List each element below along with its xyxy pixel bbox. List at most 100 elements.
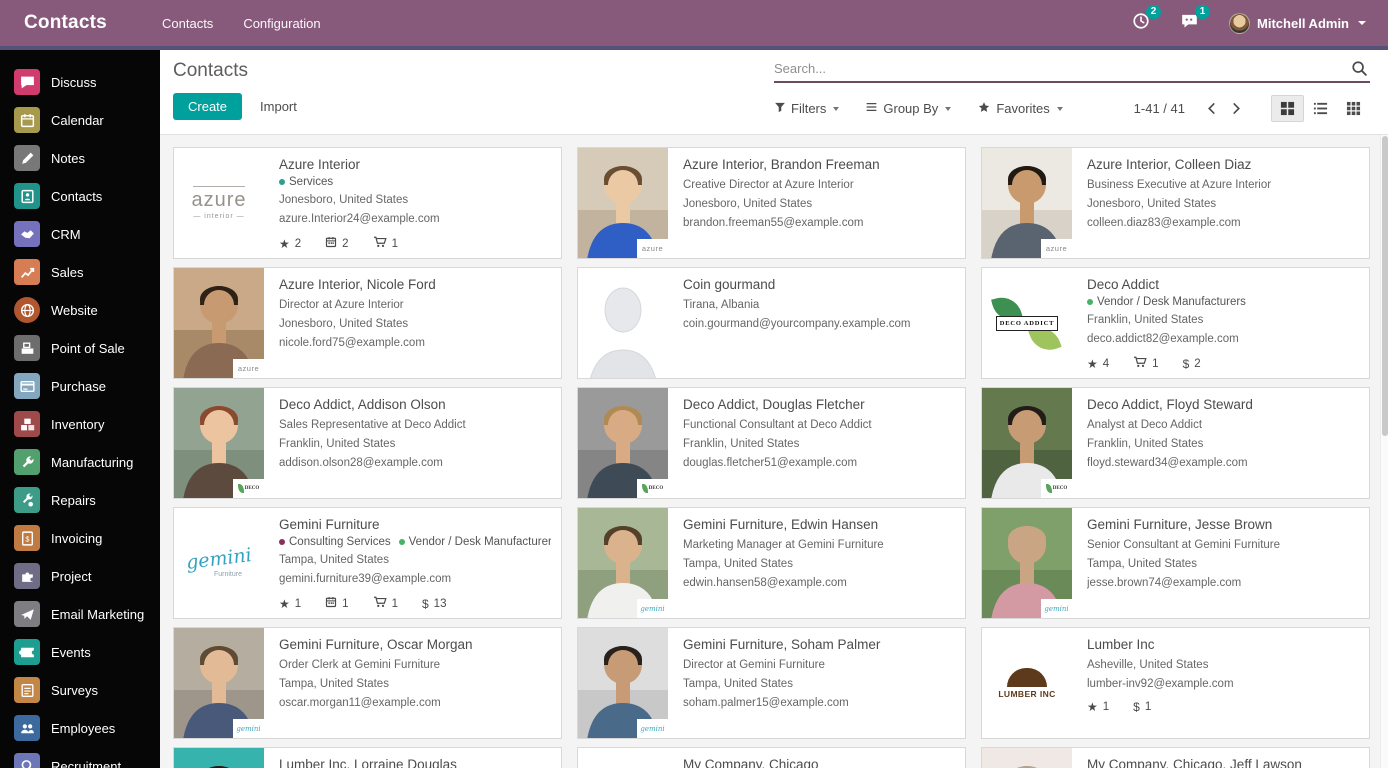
- contact-image: DECO ADDICT: [982, 268, 1072, 378]
- contact-location: Jonesboro, United States: [683, 195, 955, 214]
- sidebar-app-item[interactable]: Website: [0, 291, 160, 329]
- dollar-icon: $: [1183, 358, 1190, 370]
- bars-icon: [865, 101, 878, 116]
- contact-card[interactable]: azure Azure Interior, Brandon Freeman Cr…: [577, 147, 966, 259]
- filters-dropdown[interactable]: Filters: [774, 101, 839, 116]
- chevron-down-icon: [1057, 107, 1063, 111]
- star-icon: ★: [1087, 358, 1098, 370]
- deco-mini-logo: DECO: [1041, 479, 1072, 498]
- website-icon: [14, 297, 40, 323]
- pager-next-button[interactable]: [1224, 100, 1249, 117]
- contact-card[interactable]: DECO Deco Addict, Addison Olson Sales Re…: [173, 387, 562, 499]
- orders-badge[interactable]: 1: [1133, 356, 1158, 371]
- orders-badge[interactable]: 1: [373, 596, 398, 611]
- sidebar-app-item[interactable]: Calendar: [0, 101, 160, 139]
- sidebar-app-item[interactable]: Discuss: [0, 63, 160, 101]
- contact-card[interactable]: DECO Deco Addict, Douglas Fletcher Funct…: [577, 387, 966, 499]
- invoicing-icon: $: [14, 525, 40, 551]
- sidebar-app-item[interactable]: Point of Sale: [0, 329, 160, 367]
- list-view-button[interactable]: [1304, 95, 1337, 122]
- sidebar-app-label: Manufacturing: [51, 455, 133, 470]
- contact-card[interactable]: azure Azure Interior, Colleen Diaz Busin…: [981, 147, 1370, 259]
- contact-card[interactable]: LUMBER INC Lumber Inc Asheville, United …: [981, 627, 1370, 739]
- meetings-badge[interactable]: 2: [325, 236, 348, 251]
- contact-card[interactable]: Coin gourmand Tirana, Albaniacoin.gourma…: [577, 267, 966, 379]
- contact-location: Tampa, United States: [683, 675, 955, 694]
- app-brand[interactable]: Contacts: [0, 12, 160, 34]
- sidebar-app-item[interactable]: Notes: [0, 139, 160, 177]
- favorites-dropdown[interactable]: Favorites: [977, 101, 1062, 117]
- contact-name: Deco Addict, Floyd Steward: [1087, 397, 1359, 412]
- sidebar-app-item[interactable]: CRM: [0, 215, 160, 253]
- contact-card[interactable]: My Company, Chicago, Jeff Lawson: [981, 747, 1370, 768]
- contact-card[interactable]: gemini Gemini Furniture, Oscar Morgan Or…: [173, 627, 562, 739]
- contact-name: My Company, Chicago: [683, 757, 955, 768]
- contact-image: gemini: [578, 628, 668, 738]
- messages-button[interactable]: 1: [1180, 12, 1199, 35]
- group-by-dropdown[interactable]: Group By: [865, 101, 951, 116]
- scrollbar-thumb[interactable]: [1382, 136, 1388, 436]
- sidebar-app-label: Purchase: [51, 379, 106, 394]
- opportunities-badge[interactable]: ★1: [1087, 701, 1109, 713]
- tag-color-dot: [1087, 299, 1093, 305]
- sidebar-app-item[interactable]: Employees: [0, 709, 160, 747]
- avatar-placeholder: [578, 268, 668, 378]
- search-input[interactable]: [774, 61, 1349, 76]
- contact-card[interactable]: gemini Gemini Furniture, Edwin Hansen Ma…: [577, 507, 966, 619]
- opportunities-badge[interactable]: ★2: [279, 238, 301, 250]
- contact-card[interactable]: geminiFurniture Gemini Furniture Consult…: [173, 507, 562, 619]
- contact-name: Gemini Furniture, Oscar Morgan: [279, 637, 551, 652]
- import-button[interactable]: Import: [260, 99, 297, 114]
- orders-badge[interactable]: 1: [373, 236, 398, 251]
- contact-card[interactable]: gemini Gemini Furniture, Jesse Brown Sen…: [981, 507, 1370, 619]
- top-menu-item[interactable]: Contacts: [162, 16, 213, 31]
- sidebar-app-item[interactable]: Inventory: [0, 405, 160, 443]
- project-icon: [14, 563, 40, 589]
- contact-location: Franklin, United States: [1087, 311, 1359, 330]
- sidebar-app-item[interactable]: Recruitment: [0, 747, 160, 768]
- meetings-badge[interactable]: 1: [325, 596, 348, 611]
- vertical-scrollbar[interactable]: [1380, 135, 1388, 768]
- sidebar-app-item[interactable]: Purchase: [0, 367, 160, 405]
- contact-badges: ★1 $1: [1087, 701, 1359, 713]
- sidebar-app-item[interactable]: Events: [0, 633, 160, 671]
- activity-view-button[interactable]: [1337, 95, 1370, 122]
- contact-card[interactable]: Lumber Inc, Lorraine Douglas: [173, 747, 562, 768]
- contact-card[interactable]: DECO ADDICT Deco Addict Vendor / Desk Ma…: [981, 267, 1370, 379]
- contact-card[interactable]: azure— interior — Azure Interior Service…: [173, 147, 562, 259]
- contact-card[interactable]: DECO Deco Addict, Floyd Steward Analyst …: [981, 387, 1370, 499]
- pager-previous-button[interactable]: [1199, 100, 1224, 117]
- contact-location: Jonesboro, United States: [279, 315, 551, 334]
- contact-card[interactable]: azure Azure Interior, Nicole Ford Direct…: [173, 267, 562, 379]
- kanban-view-button[interactable]: [1271, 95, 1304, 122]
- user-menu[interactable]: Mitchell Admin: [1229, 13, 1366, 34]
- cart-icon: [373, 236, 387, 251]
- purchase-icon: [14, 373, 40, 399]
- sidebar-app-item[interactable]: Contacts: [0, 177, 160, 215]
- opportunities-badge[interactable]: ★4: [1087, 358, 1109, 370]
- invoiced-badge[interactable]: $2: [1183, 358, 1201, 370]
- contact-job-title: Analyst at Deco Addict: [1087, 416, 1359, 435]
- sidebar-app-item[interactable]: Email Marketing: [0, 595, 160, 633]
- sidebar-app-item[interactable]: $ Invoicing: [0, 519, 160, 557]
- contact-image: azure: [578, 148, 668, 258]
- invoiced-badge[interactable]: $1: [1133, 701, 1151, 713]
- create-button[interactable]: Create: [173, 93, 242, 120]
- contact-image: gemini: [578, 508, 668, 618]
- contact-card[interactable]: gemini Gemini Furniture, Soham Palmer Di…: [577, 627, 966, 739]
- contact-email: oscar.morgan11@example.com: [279, 694, 551, 713]
- sidebar-app-item[interactable]: Manufacturing: [0, 443, 160, 481]
- sidebar-app-item[interactable]: Sales: [0, 253, 160, 291]
- invoiced-badge[interactable]: $13: [422, 598, 446, 610]
- sidebar-app-item[interactable]: Repairs: [0, 481, 160, 519]
- sidebar-app-item[interactable]: Project: [0, 557, 160, 595]
- top-menu-item[interactable]: Configuration: [243, 16, 320, 31]
- deco-mini-logo: DECO: [233, 479, 264, 498]
- opportunities-badge[interactable]: ★1: [279, 598, 301, 610]
- search-icon[interactable]: [1349, 60, 1370, 77]
- gemini-mini-logo: gemini: [637, 599, 668, 618]
- contact-card[interactable]: My Company, Chicago: [577, 747, 966, 768]
- activities-button[interactable]: 2: [1132, 12, 1150, 35]
- contact-job-title: Sales Representative at Deco Addict: [279, 416, 551, 435]
- sidebar-app-item[interactable]: Surveys: [0, 671, 160, 709]
